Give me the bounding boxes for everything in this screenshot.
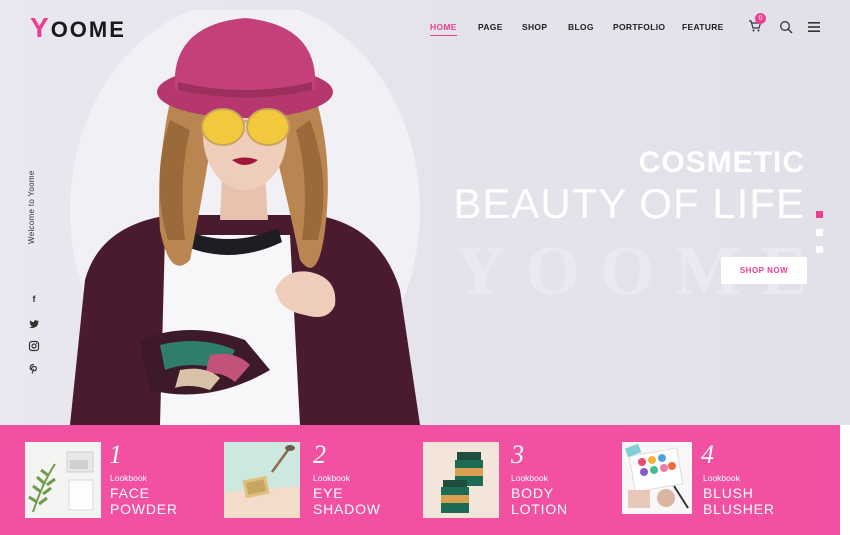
- menu-icon[interactable]: [808, 22, 820, 32]
- lookbook-label: Lookbook: [110, 473, 147, 483]
- lookbook-number: 3: [511, 440, 524, 469]
- logo-text: OOME: [50, 17, 126, 42]
- hero-heading-small: COSMETIC: [638, 146, 805, 179]
- hero-heading-large: BEAUTY OF LIFE: [453, 180, 805, 227]
- lookbook-title-line1: BODY: [511, 485, 554, 501]
- nav-home[interactable]: HOME: [430, 22, 457, 36]
- pinterest-icon[interactable]: [28, 363, 40, 375]
- lookbook-number: 1: [109, 440, 122, 469]
- lookbook-number: 2: [313, 440, 326, 469]
- band-edge: [840, 425, 850, 535]
- lookbook-title-line2: LOTION: [511, 501, 568, 517]
- lookbook-title-line1: FACE: [110, 485, 150, 501]
- logo-initial: Y: [30, 12, 51, 43]
- body-lotion-image: [423, 442, 499, 518]
- lookbook-title-line2: BLUSHER: [703, 501, 775, 517]
- facebook-icon[interactable]: f: [28, 294, 40, 306]
- twitter-icon[interactable]: [28, 318, 40, 330]
- lookbook-label: Lookbook: [511, 473, 548, 483]
- nav-shop[interactable]: SHOP: [522, 22, 547, 32]
- shop-now-button[interactable]: SHOP NOW: [721, 257, 807, 284]
- lookbook-title-line2: SHADOW: [313, 501, 381, 517]
- lookbook-label: Lookbook: [313, 473, 350, 483]
- face-powder-image: [25, 442, 101, 518]
- search-icon[interactable]: [779, 20, 793, 34]
- nav-blog[interactable]: BLOG: [568, 22, 594, 32]
- welcome-text: Welcome to Yoome: [27, 170, 36, 244]
- lookbook-label: Lookbook: [703, 473, 740, 483]
- lookbook-band: 1 Lookbook FACE POWDER 2 Lookbook EYE SH…: [0, 425, 840, 535]
- lookbook-title-line1: BLUSH: [703, 485, 754, 501]
- slider-dot-2[interactable]: [816, 229, 823, 236]
- nav-portfolio[interactable]: PORTFOLIO: [613, 22, 665, 32]
- cart-count-badge: 0: [755, 13, 766, 24]
- lookbook-title-line2: POWDER: [110, 501, 178, 517]
- nav-feature[interactable]: FEATURE: [682, 22, 724, 32]
- nav-page[interactable]: PAGE: [478, 22, 503, 32]
- slider-dot-1[interactable]: [816, 211, 823, 218]
- instagram-icon[interactable]: [28, 340, 40, 352]
- slider-dot-3[interactable]: [816, 246, 823, 253]
- blush-blusher-image: [622, 442, 692, 514]
- lookbook-title-line1: EYE: [313, 485, 344, 501]
- lookbook-number: 4: [701, 440, 714, 469]
- logo[interactable]: YOOME: [30, 12, 126, 44]
- model-image: [70, 10, 420, 425]
- eye-shadow-image: [224, 442, 300, 518]
- hero-section: YOOME HOME PAGE SHOP BLOG PORTFOLIO FEAT…: [0, 0, 850, 425]
